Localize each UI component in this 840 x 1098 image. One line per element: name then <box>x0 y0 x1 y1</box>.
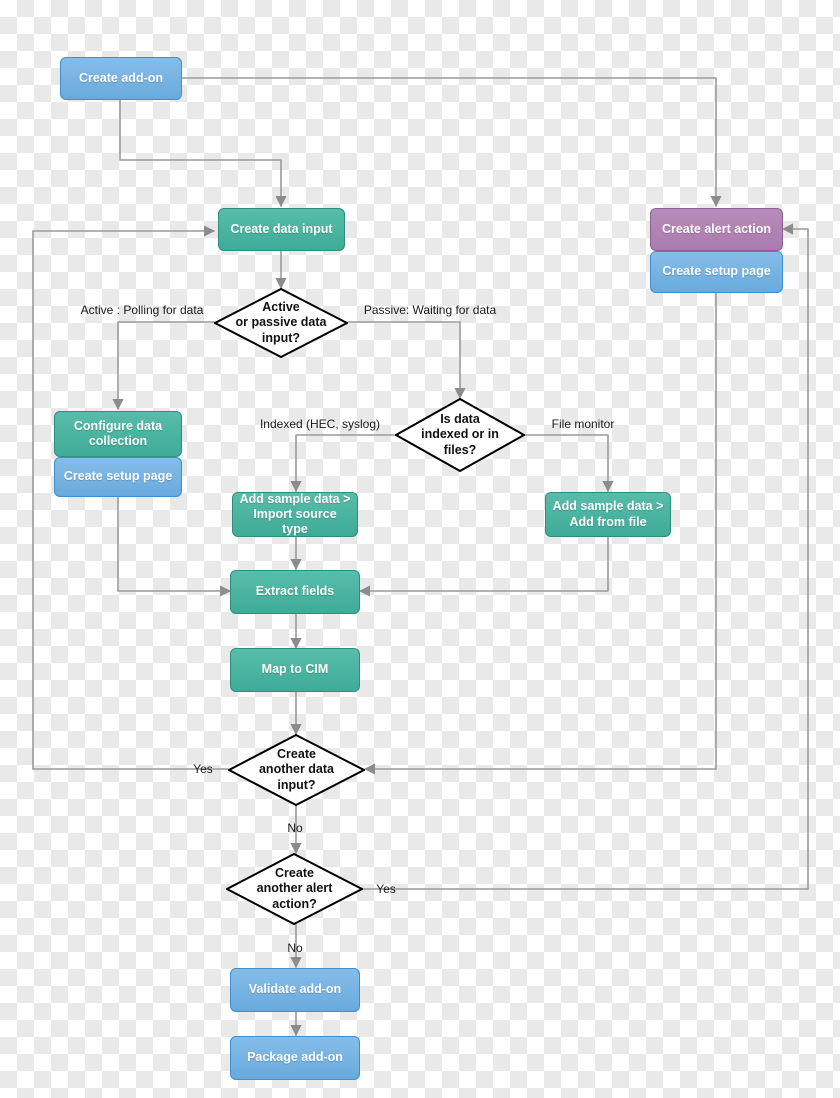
edge-label-data-input-yes: Yes <box>193 762 213 776</box>
edge-passive-to-indexed <box>347 321 466 400</box>
flowchart-canvas: Create add-on Create data input Create a… <box>0 0 840 1098</box>
node-validate-addon-label: Validate add-on <box>248 982 342 997</box>
node-create-alert-action[interactable]: Create alert action <box>650 208 783 251</box>
node-map-to-cim[interactable]: Map to CIM <box>230 648 360 692</box>
decision-active-or-passive-label: Active or passive data input? <box>235 300 327 345</box>
node-add-sample-import-source-type-label: Add sample data > Import source type <box>239 491 351 537</box>
decision-another-alert-action-label: Create another alert action? <box>256 866 333 911</box>
edge-indexed-to-import-source-type <box>290 434 396 493</box>
node-configure-data-collection[interactable]: Configure data collection <box>54 411 182 457</box>
node-create-data-input-label: Create data input <box>230 221 333 236</box>
edge-label-alert-action-no: No <box>287 941 303 955</box>
node-add-sample-add-from-file[interactable]: Add sample data > Add from file <box>545 492 671 537</box>
edge-setup-page-left-to-extract-fields <box>117 496 232 597</box>
edge-label-active-polling: Active : Polling for data <box>80 303 204 317</box>
decision-active-or-passive[interactable]: Active or passive data input? <box>214 288 348 358</box>
node-extract-fields-label: Extract fields <box>255 584 335 599</box>
edge-label-alert-action-yes: Yes <box>376 882 396 896</box>
edge-label-data-input-no: No <box>287 821 303 835</box>
edge-addon-to-alert-action <box>181 77 722 208</box>
node-create-alert-action-label: Create alert action <box>661 221 772 236</box>
decision-indexed-or-files[interactable]: Is data indexed or in files? <box>395 398 525 472</box>
node-map-to-cim-label: Map to CIM <box>261 662 329 677</box>
flowchart-edges <box>32 77 809 1037</box>
node-add-sample-import-source-type[interactable]: Add sample data > Import source type <box>232 492 358 537</box>
edge-active-to-configure <box>112 321 215 411</box>
edge-label-indexed-hec-syslog: Indexed (HEC, syslog) <box>259 417 381 431</box>
edge-addon-to-data-input <box>119 99 287 208</box>
node-configure-data-collection-label: Configure data collection <box>73 418 163 448</box>
node-extract-fields[interactable]: Extract fields <box>230 570 360 614</box>
node-package-addon[interactable]: Package add-on <box>230 1036 360 1080</box>
node-create-setup-page-right[interactable]: Create setup page <box>650 251 783 293</box>
node-create-data-input[interactable]: Create data input <box>218 208 345 251</box>
edge-add-from-file-to-extract-fields <box>358 536 609 597</box>
edge-label-passive-waiting: Passive: Waiting for data <box>363 303 497 317</box>
node-validate-addon[interactable]: Validate add-on <box>230 968 360 1012</box>
edge-label-file-monitor: File monitor <box>551 417 615 431</box>
decision-another-data-input[interactable]: Create another data input? <box>228 734 365 806</box>
node-add-sample-add-from-file-label: Add sample data > Add from file <box>552 499 664 529</box>
edge-file-monitor-to-add-from-file <box>524 434 614 493</box>
node-create-setup-page-right-label: Create setup page <box>662 264 771 279</box>
node-create-addon-label: Create add-on <box>78 70 164 85</box>
decision-another-data-input-label: Create another data input? <box>258 747 334 792</box>
node-create-setup-page-left[interactable]: Create setup page <box>54 457 182 497</box>
edge-another-alert-yes-to-alert-action <box>362 223 809 890</box>
node-package-addon-label: Package add-on <box>247 1050 343 1065</box>
node-create-setup-page-left-label: Create setup page <box>63 469 173 484</box>
decision-another-alert-action[interactable]: Create another alert action? <box>226 853 363 925</box>
node-create-addon[interactable]: Create add-on <box>60 57 182 100</box>
decision-indexed-or-files-label: Is data indexed or in files? <box>421 412 499 457</box>
